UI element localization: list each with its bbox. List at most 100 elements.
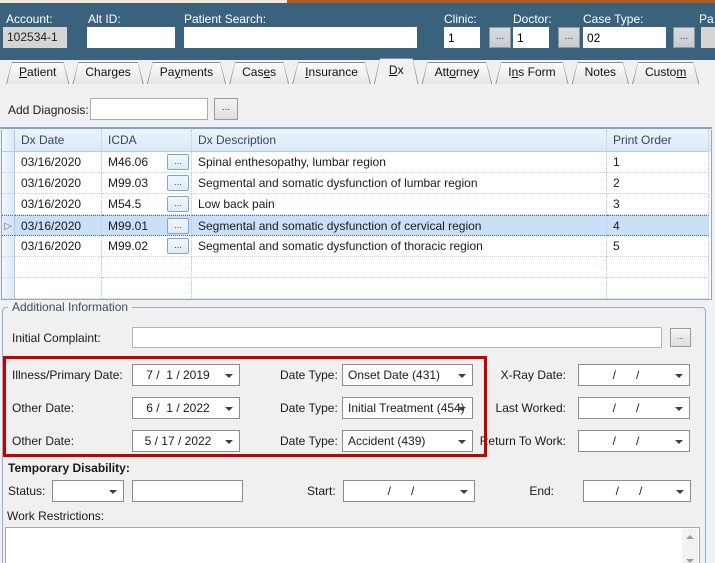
icda-browse-button[interactable]: ... <box>167 238 189 254</box>
group-title: Additional Information <box>8 300 133 314</box>
table-row[interactable]: 03/16/2020 M46.06... Spinal enthesopathy, … <box>2 152 711 173</box>
tab-label: Custom <box>645 65 687 79</box>
date-picker[interactable]: 7 / 1 / 2019 <box>132 364 240 386</box>
cell-dx-date <box>15 278 102 299</box>
work-restrictions-label: Work Restrictions: <box>7 509 105 523</box>
tab-dx[interactable]: Dx <box>374 58 419 84</box>
alt-id-field[interactable] <box>87 27 175 48</box>
column-header-dx-date[interactable]: Dx Date <box>15 130 102 152</box>
tab-label: Notes <box>584 65 616 79</box>
right-date-picker[interactable]: / / <box>578 397 690 419</box>
date-type-dropdown[interactable]: Onset Date (431) <box>342 364 473 386</box>
doctor-browse-button[interactable]: ... <box>558 27 580 48</box>
empty-table-row <box>2 257 711 278</box>
row-selector[interactable] <box>2 173 15 194</box>
empty-table-row <box>2 278 711 299</box>
date-type-dropdown[interactable]: Accident (439) <box>342 430 473 452</box>
right-date-picker[interactable]: / / <box>578 430 690 452</box>
cell-print-order: 3 <box>607 194 709 215</box>
cell-description: Low back pain <box>192 194 607 215</box>
patient-search-input[interactable] <box>184 27 417 48</box>
date-type-dropdown[interactable]: Initial Treatment (454) <box>342 397 473 419</box>
cell-dx-date: 03/16/2020 <box>15 152 102 173</box>
date-row: Other Date: 5 / 17 / 2022 Date Type: Accide… <box>0 430 715 452</box>
case-type-browse-button[interactable]: ... <box>673 27 695 48</box>
tab-custom[interactable]: Custom <box>632 62 699 84</box>
add-diagnosis-browse-button[interactable]: ... <box>214 98 238 120</box>
date-picker[interactable]: 6 / 1 / 2022 <box>132 397 240 419</box>
table-row[interactable]: 03/16/2020 M99.03... Segmental and somatic… <box>2 173 711 194</box>
temporary-disability-row: Status: Start: / / End: / / <box>0 480 715 502</box>
icda-browse-button[interactable]: ... <box>167 218 189 234</box>
right-date-picker[interactable]: / / <box>578 364 690 386</box>
doctor-field[interactable] <box>513 27 549 48</box>
case-type-field[interactable] <box>583 27 666 48</box>
tab-payments[interactable]: Payments <box>147 62 226 84</box>
row-selector[interactable] <box>2 236 15 257</box>
right-date-value: / / <box>612 401 640 415</box>
right-date-label: X-Ray Date: <box>500 368 566 382</box>
current-row-arrow-icon: ▷ <box>4 221 12 232</box>
tab-cases[interactable]: Cases <box>229 62 289 84</box>
date-value: 6 / 1 / 2022 <box>146 401 210 415</box>
clinic-field[interactable] <box>444 27 480 48</box>
tab-label: Cases <box>242 65 277 79</box>
tab-patient[interactable]: Patient <box>6 62 69 84</box>
diagnosis-grid: Dx Date ICDA Dx Description Print Order … <box>1 130 712 300</box>
row-selector[interactable]: ▷ <box>2 215 15 236</box>
scroll-up-button[interactable] <box>682 529 698 545</box>
date-value: 5 / 17 / 2022 <box>144 434 212 448</box>
icda-browse-button[interactable]: ... <box>167 196 189 212</box>
cell-description <box>192 278 607 299</box>
initial-complaint-browse-button[interactable]: ... <box>670 328 691 347</box>
chevron-down-icon <box>675 440 683 444</box>
cell-description: Spinal enthesopathy, lumbar region <box>192 152 607 173</box>
cell-print-order: 1 <box>607 152 709 173</box>
chevron-down-icon <box>675 407 683 411</box>
tab-charges[interactable]: Charges <box>72 62 143 84</box>
cell-icda <box>102 278 192 299</box>
status-detail-field[interactable] <box>132 480 243 502</box>
tab-insurance[interactable]: Insurance <box>292 62 371 84</box>
doctor-label: Doctor: <box>513 12 552 26</box>
clinic-browse-button[interactable]: ... <box>489 27 511 48</box>
right-date-value: / / <box>612 368 640 382</box>
start-date-picker[interactable]: / / <box>343 480 475 502</box>
icda-browse-button[interactable]: ... <box>167 175 189 191</box>
scroll-down-button[interactable] <box>682 553 698 563</box>
table-row[interactable]: 03/16/2020 M54.5... Low back pain 3 <box>2 194 711 215</box>
table-row[interactable]: 03/16/2020 M99.02... Segmental and somatic… <box>2 236 711 257</box>
end-date-picker[interactable]: / / <box>583 480 691 502</box>
tab-ins-form[interactable]: Ins Form <box>495 62 568 84</box>
tab-label: Dx <box>388 63 404 77</box>
column-header-print-order[interactable]: Print Order <box>607 130 709 152</box>
chevron-down-icon <box>225 407 233 411</box>
initial-complaint-input[interactable] <box>132 327 662 348</box>
triangle-up-icon <box>686 535 694 539</box>
cell-description: Segmental and somatic dysfunction of lum… <box>192 173 607 194</box>
icda-browse-button[interactable]: ... <box>167 154 189 170</box>
tab-attorney[interactable]: Attorney <box>422 62 493 84</box>
cell-dx-date: 03/16/2020 <box>15 173 102 194</box>
column-header-icda[interactable]: ICDA <box>102 130 192 152</box>
account-value: 102534-1 <box>3 27 67 48</box>
cell-icda: M99.01... <box>102 215 192 236</box>
cell-icda: M46.06... <box>102 152 192 173</box>
patient-header-bar: Account: Alt ID: Patient Search: Clinic:… <box>0 0 715 60</box>
date-type-label: Date Type: <box>280 368 338 382</box>
date-picker[interactable]: 5 / 17 / 2022 <box>132 430 240 452</box>
chevron-down-icon <box>109 490 117 494</box>
work-restrictions-textarea[interactable] <box>5 527 700 563</box>
date-row-label: Other Date: <box>12 434 75 448</box>
column-header-description[interactable]: Dx Description <box>192 130 607 152</box>
status-label: Status: <box>8 484 46 498</box>
row-selector[interactable] <box>2 152 15 173</box>
status-dropdown[interactable] <box>52 480 124 502</box>
add-diagnosis-input[interactable] <box>90 98 208 120</box>
row-selector[interactable] <box>2 194 15 215</box>
table-row[interactable]: ▷ 03/16/2020 M99.01... Segmental and somati… <box>2 215 711 236</box>
cell-dx-date <box>15 257 102 278</box>
vertical-scrollbar[interactable] <box>682 529 698 563</box>
cell-print-order: 5 <box>607 236 709 257</box>
tab-notes[interactable]: Notes <box>572 62 629 84</box>
